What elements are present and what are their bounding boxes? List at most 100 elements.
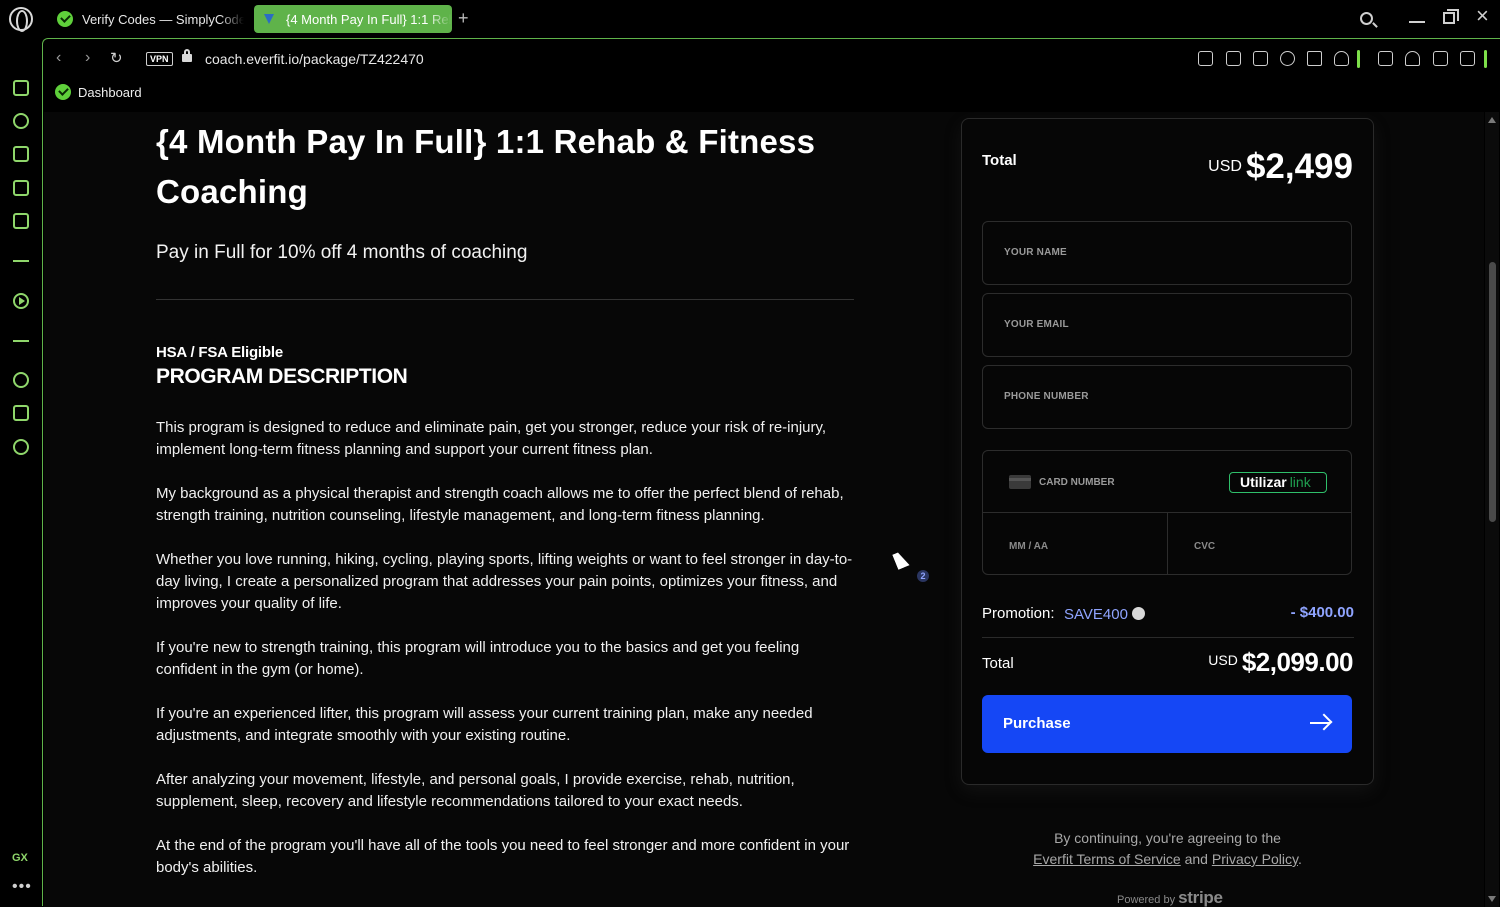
final-total-label: Total (982, 655, 1014, 672)
tab-label: Verify Codes — SimplyCodes (82, 11, 244, 27)
description-paragraph: At the end of the program you'll have al… (156, 837, 850, 876)
edit-icon[interactable] (1226, 51, 1241, 66)
link-brand: link (1289, 474, 1311, 490)
refresh-feed-icon[interactable] (13, 113, 29, 129)
scroll-down-icon[interactable] (1488, 896, 1496, 902)
price-amount: $2,499 (1245, 147, 1353, 186)
privacy-link[interactable]: Privacy Policy (1212, 851, 1298, 867)
download-icon[interactable] (1433, 51, 1448, 66)
lock-icon[interactable] (182, 49, 192, 62)
extensions-icon[interactable] (1378, 51, 1393, 66)
sidebar-divider (13, 260, 29, 262)
name-placeholder: YOUR NAME (1004, 247, 1067, 258)
profile-icon[interactable] (1405, 51, 1420, 66)
reload-icon[interactable]: ↻ (110, 49, 123, 67)
everfit-favicon-icon (261, 11, 277, 27)
bookmark-label: Dashboard (78, 84, 142, 100)
cvc-field[interactable]: CVC (1168, 513, 1351, 575)
name-field[interactable]: YOUR NAME (982, 221, 1352, 285)
phone-placeholder: PHONE NUMBER (1004, 391, 1089, 402)
package-subtitle: Pay in Full for 10% off 4 months of coac… (156, 242, 528, 263)
description-paragraph: After analyzing your movement, lifestyle… (156, 771, 795, 810)
description-paragraph: Whether you love running, hiking, cyclin… (156, 551, 853, 612)
email-field[interactable]: YOUR EMAIL (982, 293, 1352, 357)
tab-everfit-package[interactable]: {4 Month Pay In Full} 1:1 Rehab (254, 5, 452, 33)
gx-mods-icon[interactable] (13, 213, 29, 229)
final-price-amount: $2,099.00 (1241, 647, 1354, 677)
tab-label: {4 Month Pay In Full} 1:1 Rehab (286, 11, 452, 27)
currency-label: USD (1208, 158, 1242, 175)
page-viewport: {4 Month Pay In Full} 1:1 Rehab & Fitnes… (44, 112, 1484, 907)
settings-gear-icon[interactable] (13, 439, 29, 455)
total-label: Total (982, 152, 1017, 169)
credit-card-icon (1009, 475, 1031, 489)
card-details: CARD NUMBER Utilizar link MM / AA CVC (982, 450, 1352, 575)
separator-bar (1484, 50, 1487, 68)
block-icon[interactable] (1280, 51, 1295, 66)
opera-gx-logo[interactable] (9, 7, 33, 32)
phone-field[interactable]: PHONE NUMBER (982, 365, 1352, 429)
heart-icon[interactable] (1334, 51, 1349, 66)
legal-and: and (1184, 851, 1208, 867)
eligibility-label: HSA / FSA Eligible (156, 344, 283, 361)
card-number-field[interactable]: CARD NUMBER Utilizar link (983, 451, 1351, 513)
expiry-placeholder: MM / AA (1009, 541, 1049, 552)
purchase-button[interactable]: Purchase (982, 695, 1352, 753)
terms-link[interactable]: Everfit Terms of Service (1033, 851, 1181, 867)
divider (156, 299, 854, 300)
store-icon[interactable] (13, 146, 29, 162)
bookmarks-bar: Dashboard (43, 79, 1500, 107)
bookmark-dashboard[interactable]: Dashboard (55, 84, 142, 100)
scrollbar[interactable] (1485, 112, 1499, 907)
promotion-label: Promotion: (982, 605, 1055, 622)
url-field[interactable]: coach.everfit.io/package/TZ422470 (205, 51, 424, 67)
reader-mode-icon[interactable] (1198, 51, 1213, 66)
legal-notice: By continuing, you're agreeing to the Ev… (1033, 830, 1302, 867)
address-bar: ‹ › ↻ VPN coach.everfit.io/package/TZ422… (43, 39, 1500, 79)
tab-verify-codes[interactable]: Verify Codes — SimplyCodes (50, 5, 244, 33)
extensions-cube-icon[interactable] (13, 405, 29, 421)
close-window-icon[interactable]: × (1476, 5, 1489, 27)
stripe-logo: stripe (1178, 888, 1223, 907)
browser-frame: ‹ › ↻ VPN coach.everfit.io/package/TZ422… (42, 38, 1500, 907)
more-icon[interactable]: ••• (12, 878, 32, 896)
promotion-code[interactable]: SAVE400 (1064, 606, 1128, 623)
scroll-up-icon[interactable] (1488, 117, 1496, 123)
new-tab-button[interactable]: + (458, 8, 469, 29)
cursor-badge: 2 (917, 570, 929, 582)
sidebar-divider (13, 340, 29, 342)
email-placeholder: YOUR EMAIL (1004, 319, 1069, 330)
gx-control-label[interactable]: GX (12, 852, 28, 864)
send-icon[interactable] (1307, 51, 1322, 66)
scroll-thumb[interactable] (1489, 262, 1496, 522)
restore-icon[interactable] (1443, 9, 1459, 24)
forward-icon[interactable]: › (85, 49, 90, 67)
powered-by-stripe[interactable]: Powered by stripe (1117, 888, 1223, 907)
currency-label: USD (1208, 652, 1238, 668)
powered-by-label: Powered by (1117, 894, 1176, 906)
vpn-badge[interactable]: VPN (146, 52, 173, 66)
description-paragraph: My background as a physical therapist an… (156, 485, 844, 524)
back-icon[interactable]: ‹ (56, 49, 61, 67)
mouse-cursor-icon (892, 550, 910, 570)
messenger-icon[interactable] (13, 80, 29, 96)
final-price: USD $2,099.00 (1208, 647, 1353, 678)
minimize-icon[interactable] (1409, 21, 1425, 23)
cvc-placeholder: CVC (1194, 541, 1216, 552)
remove-promo-icon[interactable] (1132, 607, 1145, 620)
simplycodes-favicon-icon (57, 11, 73, 27)
search-tabs-icon[interactable] (1360, 12, 1373, 25)
dashboard-favicon-icon (55, 84, 71, 100)
promotion-row: Promotion: SAVE400 - $400.00 (982, 604, 1354, 628)
easy-setup-icon[interactable] (1460, 51, 1475, 66)
page-title: {4 Month Pay In Full} 1:1 Rehab & Fitnes… (156, 123, 816, 210)
legal-text: By continuing, you're agreeing to the (1054, 830, 1281, 846)
description-paragraph: If you're new to strength training, this… (156, 639, 800, 678)
twitch-icon[interactable] (13, 180, 29, 196)
camera-icon[interactable] (1253, 51, 1268, 66)
history-icon[interactable] (13, 372, 29, 388)
player-icon[interactable] (13, 293, 29, 309)
stripe-link-button[interactable]: Utilizar link (1229, 472, 1327, 493)
expiry-field[interactable]: MM / AA (983, 513, 1168, 575)
checkout-card: Total USD $2,499 YOUR NAME YOUR EMAIL PH… (961, 118, 1374, 785)
